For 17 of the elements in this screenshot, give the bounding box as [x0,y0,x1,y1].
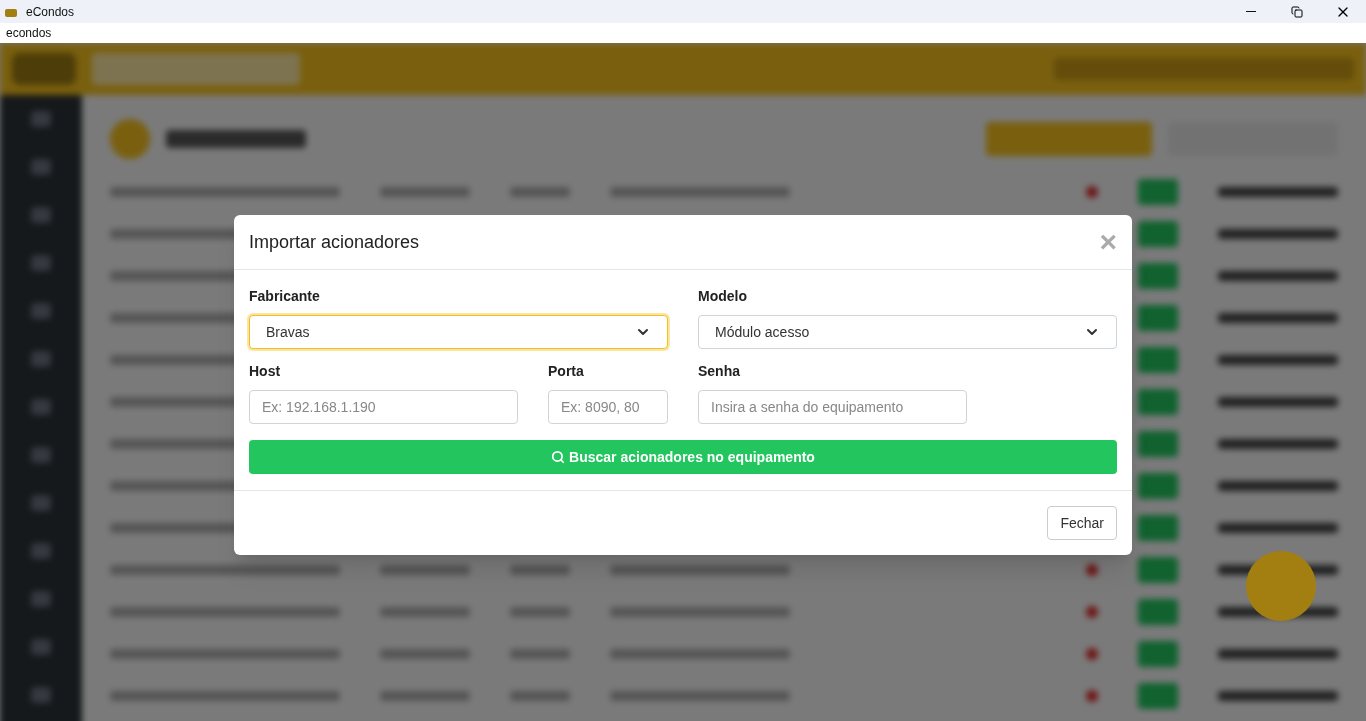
close-dialog-button[interactable]: Fechar [1047,506,1117,540]
field-label: Modelo [698,287,748,306]
field-label: Fabricante [249,287,321,306]
restore-icon [1291,5,1303,18]
search-icon [551,450,566,464]
dropdown-field[interactable]: Bravas [249,315,668,349]
input-field[interactable]: Ex: 192.168.1.190 [249,390,518,424]
input-field[interactable]: Insira a senha do equipamento [698,390,967,424]
field-label: Porta [548,362,585,381]
app-label: econdos [6,25,52,42]
field-label: Senha [698,362,741,381]
input-field[interactable]: Ex: 8090, 80 [548,390,668,424]
dialog-title: Importar acionadores [249,230,420,254]
dropdown-field[interactable]: Módulo acesso [698,315,1117,349]
field-label: Host [249,362,282,381]
minimize-icon [1246,11,1256,12]
window-title: eCondos [26,3,75,21]
